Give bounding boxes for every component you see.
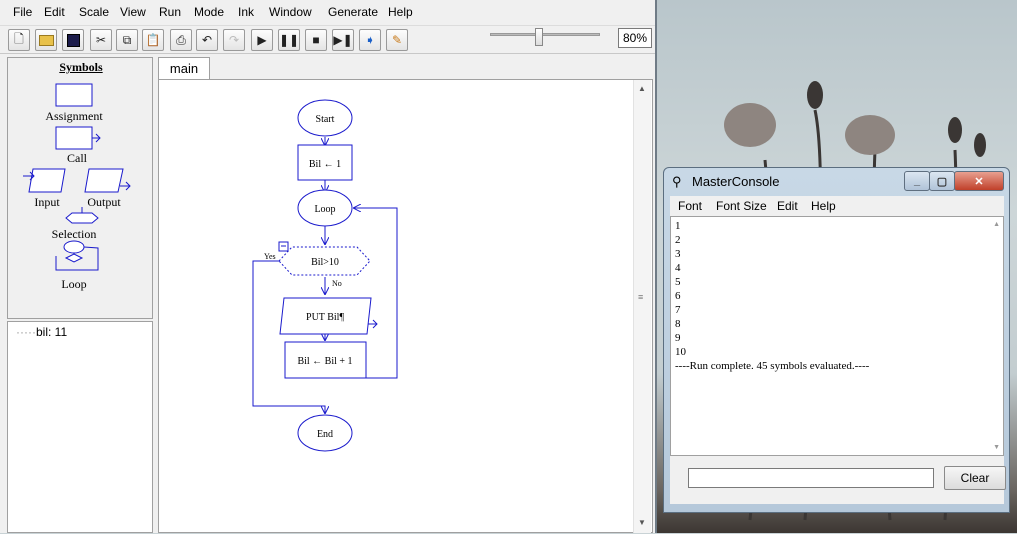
open-icon[interactable] xyxy=(35,29,57,51)
new-icon[interactable]: 🗋 xyxy=(8,29,30,51)
assignment-symbol-icon[interactable] xyxy=(55,83,93,107)
pen-icon[interactable]: ✎ xyxy=(386,29,408,51)
maximize-icon[interactable]: ▢ xyxy=(929,171,955,191)
assign2-label: Bil ← Bil + 1 xyxy=(297,356,352,367)
undo-icon[interactable]: ↶ xyxy=(196,29,218,51)
menu-ink[interactable]: Ink xyxy=(238,5,254,19)
stop-icon[interactable]: ■ xyxy=(305,29,327,51)
menu-generate[interactable]: Generate xyxy=(328,5,378,19)
close-icon[interactable]: ✕ xyxy=(954,171,1004,191)
menu-scale[interactable]: Scale xyxy=(79,5,109,19)
loop-label-node: Loop xyxy=(314,204,335,215)
assignment-label: Assignment xyxy=(45,109,103,123)
clear-button[interactable]: Clear xyxy=(944,466,1006,490)
output-line: 1 xyxy=(675,220,681,232)
console-menu-bar: Font Font Size Edit Help xyxy=(670,196,1004,216)
console-scroll-up-icon[interactable]: ▲ xyxy=(993,221,1000,228)
variable-item[interactable]: ·····bil: 11 xyxy=(16,325,67,339)
console-menu-font-size[interactable]: Font Size xyxy=(716,199,767,213)
copy-icon[interactable]: ⧉ xyxy=(116,29,138,51)
call-symbol-icon[interactable] xyxy=(55,126,101,150)
output-line: 4 xyxy=(675,262,681,274)
output-line-summary: ----Run complete. 45 symbols evaluated.-… xyxy=(675,360,870,372)
symbols-panel: Symbols Assignment Call Input Output Sel… xyxy=(7,57,153,319)
cut-icon[interactable]: ✂ xyxy=(90,29,112,51)
toolbar: 🗋 ✂ ⧉ 📋 ⎙ ↶ ↷ ▶ ❚❚ ■ ▶❚ ➧ ✎ xyxy=(0,26,655,54)
yes-label: Yes xyxy=(264,252,276,261)
menu-window[interactable]: Window xyxy=(269,5,312,19)
input-label: Input xyxy=(34,195,60,209)
console-app-icon: ⚲ xyxy=(672,174,682,189)
output-line: 8 xyxy=(675,318,681,330)
scroll-up-icon[interactable]: ▲ xyxy=(638,84,646,93)
speed-slider-track[interactable] xyxy=(490,33,600,36)
selection-label: Selection xyxy=(51,227,97,241)
start-label: Start xyxy=(316,114,335,125)
input-symbol-icon[interactable] xyxy=(23,168,66,193)
variable-value: bil: 11 xyxy=(35,325,68,339)
console-menu-edit[interactable]: Edit xyxy=(777,199,798,213)
save-icon[interactable] xyxy=(62,29,84,51)
flowchart-app-window: File Edit Scale View Run Mode Ink Window… xyxy=(0,0,657,533)
console-input-field[interactable] xyxy=(688,468,934,488)
menu-view[interactable]: View xyxy=(120,5,146,19)
scroll-down-icon[interactable]: ▼ xyxy=(638,518,646,527)
condition-label: Bil>10 xyxy=(311,257,339,268)
step-icon[interactable]: ▶❚ xyxy=(332,29,354,51)
output-line: 3 xyxy=(675,248,681,260)
zoom-level-box[interactable]: 80% xyxy=(618,28,652,48)
menu-run[interactable]: Run xyxy=(159,5,181,19)
canvas-scrollbar[interactable]: ▲ ≡ ▼ xyxy=(633,80,651,533)
output-text: PUT Bil¶ xyxy=(306,312,344,323)
call-label: Call xyxy=(67,151,87,165)
step-into-icon[interactable]: ➧ xyxy=(359,29,381,51)
menu-help[interactable]: Help xyxy=(388,5,413,19)
output-line: 6 xyxy=(675,290,681,302)
flowchart-diagram: Start Bil ← 1 Loop Bil>10 Yes No PUT Bil… xyxy=(252,99,398,452)
speed-slider-thumb[interactable] xyxy=(535,28,543,46)
no-label: No xyxy=(332,279,342,288)
console-menu-help[interactable]: Help xyxy=(811,199,836,213)
console-input-bar: Clear xyxy=(670,456,1006,504)
console-menu-font[interactable]: Font xyxy=(678,199,702,213)
master-console-window: ⚲ MasterConsole _ ▢ ✕ Font Font Size Edi… xyxy=(663,167,1010,513)
redo-icon[interactable]: ↷ xyxy=(223,29,245,51)
end-label: End xyxy=(317,429,333,440)
console-output-area[interactable]: 1 2 3 4 5 6 7 8 9 10 ----Run complete. 4… xyxy=(670,216,1004,456)
output-line: 5 xyxy=(675,276,681,288)
menu-mode[interactable]: Mode xyxy=(194,5,224,19)
tab-main[interactable]: main xyxy=(158,57,210,79)
scroll-grip-icon[interactable]: ≡ xyxy=(638,292,643,302)
assign1-label: Bil ← 1 xyxy=(309,159,341,170)
loop-symbol-icon[interactable] xyxy=(55,240,99,271)
loop-label: Loop xyxy=(61,277,87,291)
pause-icon[interactable]: ❚❚ xyxy=(278,29,300,51)
console-title: MasterConsole xyxy=(692,174,780,189)
menu-file[interactable]: File xyxy=(13,5,32,19)
console-scroll-down-icon[interactable]: ▼ xyxy=(993,444,1000,451)
output-label: Output xyxy=(87,195,121,209)
menu-bar: File Edit Scale View Run Mode Ink Window… xyxy=(0,0,655,26)
flowchart-canvas[interactable]: Start Bil ← 1 Loop Bil>10 Yes No PUT Bil… xyxy=(158,79,653,533)
print-icon[interactable]: ⎙ xyxy=(170,29,192,51)
symbol-shapes xyxy=(23,83,131,271)
output-line: 7 xyxy=(675,304,681,316)
output-line: 9 xyxy=(675,332,681,344)
output-line: 2 xyxy=(675,234,681,246)
variables-panel: ·····bil: 11 xyxy=(7,321,153,533)
output-symbol-icon[interactable] xyxy=(84,168,131,193)
menu-edit[interactable]: Edit xyxy=(44,5,65,19)
play-icon[interactable]: ▶ xyxy=(251,29,273,51)
paste-icon[interactable]: 📋 xyxy=(142,29,164,51)
minimize-icon[interactable]: _ xyxy=(904,171,930,191)
output-line: 10 xyxy=(675,346,686,358)
